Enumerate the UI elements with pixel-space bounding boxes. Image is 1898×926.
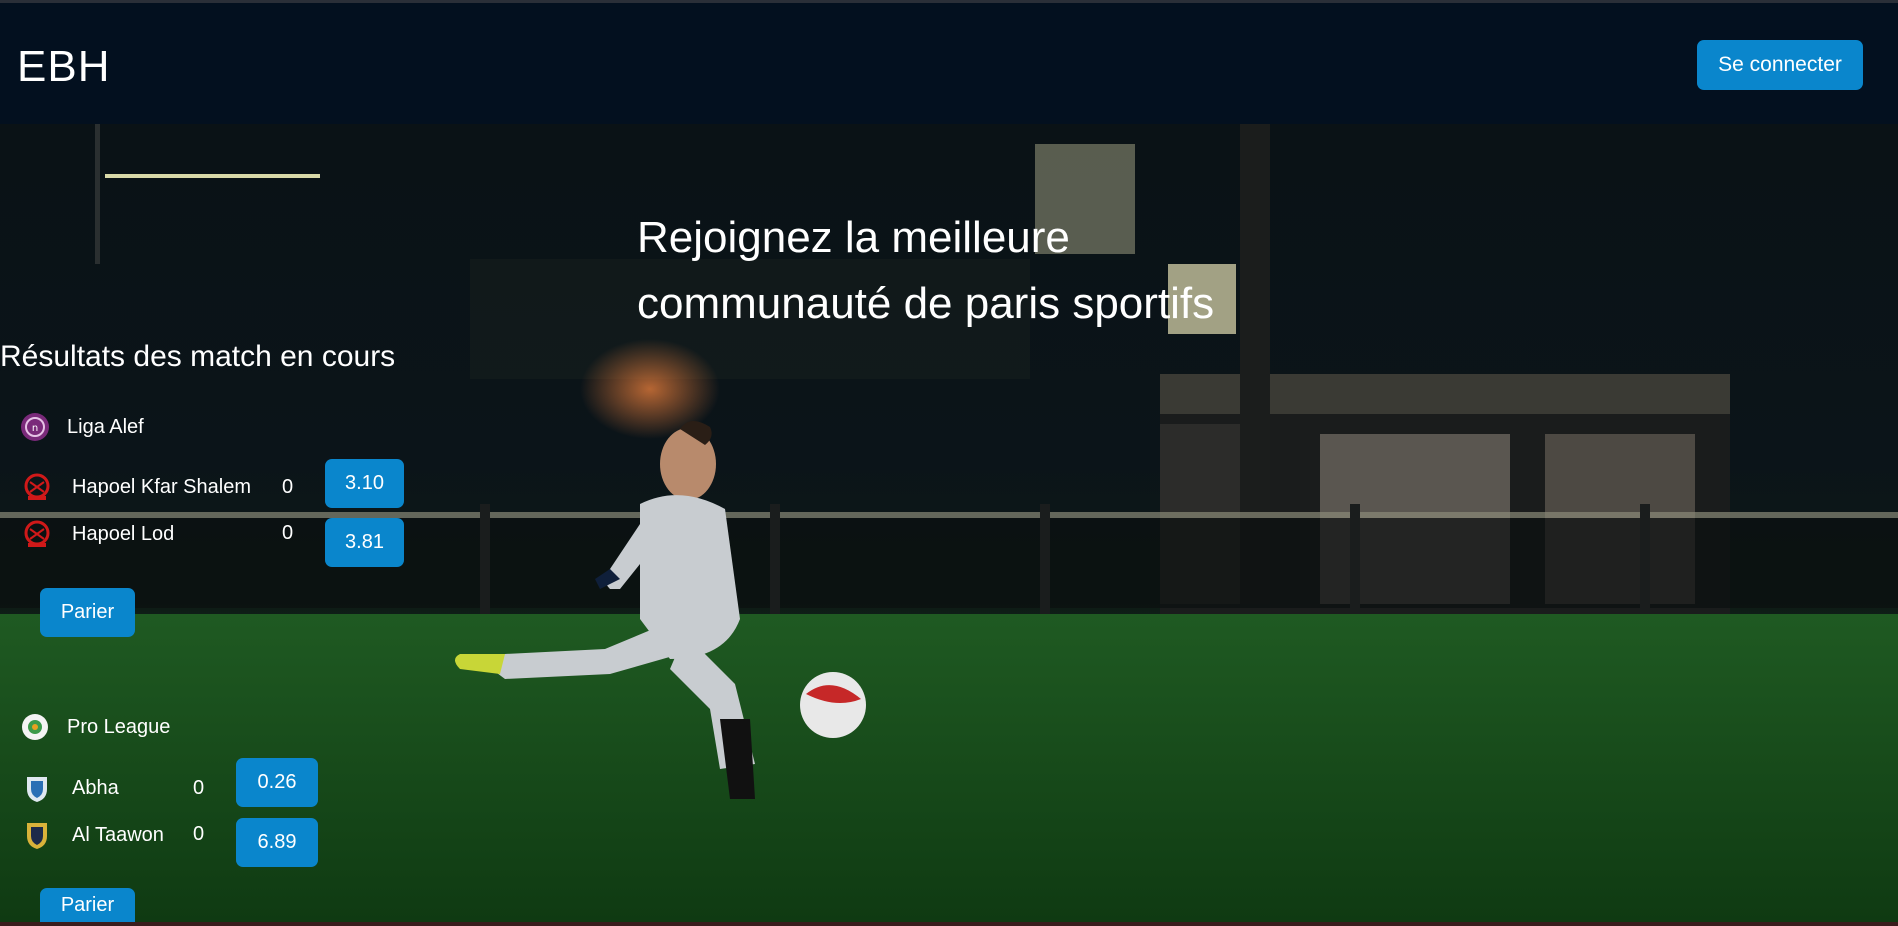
window-bottom-edge [0, 922, 1898, 926]
bet-button[interactable]: Parier [40, 888, 135, 922]
bet-button[interactable]: Parier [40, 588, 135, 637]
team-name: Abha [72, 776, 119, 799]
liga-alef-logo-icon: n [20, 412, 50, 442]
hapoel-crest-icon [22, 519, 52, 549]
navbar: EBH Se connecter [0, 3, 1898, 124]
team-row-away: Hapoel Lod [22, 519, 174, 549]
team-score: 0 [193, 777, 205, 799]
hero-headline-line-2: communauté de paris sportifs [637, 279, 1215, 328]
odd-button-home[interactable]: 3.10 [325, 459, 404, 508]
brand-logo[interactable]: EBH [17, 41, 110, 93]
svg-text:n: n [32, 423, 38, 434]
team-name: Hapoel Kfar Shalem [72, 475, 251, 498]
odd-button-away[interactable]: 6.89 [236, 818, 318, 867]
hapoel-crest-icon [22, 472, 52, 502]
league-name: Pro League [67, 715, 171, 738]
league-header: Pro League [20, 712, 170, 742]
league-header: n Liga Alef [20, 412, 144, 442]
team-name: Al Taawon [72, 823, 164, 846]
team-row-home: Hapoel Kfar Shalem [22, 472, 251, 502]
team-row-away: Al Taawon [22, 820, 164, 850]
team-score: 0 [193, 823, 205, 845]
team-row-home: Abha [22, 773, 119, 803]
team-score: 0 [282, 476, 294, 498]
team-name: Hapoel Lod [72, 522, 175, 545]
team-score: 0 [282, 522, 294, 544]
login-button[interactable]: Se connecter [1697, 40, 1863, 90]
hero-headline-line-1: Rejoignez la meilleure [637, 213, 1070, 262]
abha-crest-icon [22, 773, 52, 803]
al-taawon-crest-icon [22, 820, 52, 850]
hero-headline: Rejoignez la meilleure communauté de par… [637, 205, 1357, 337]
league-name: Liga Alef [67, 415, 144, 438]
pro-league-logo-icon [20, 712, 50, 742]
odd-button-home[interactable]: 0.26 [236, 758, 318, 807]
odd-button-away[interactable]: 3.81 [325, 518, 404, 567]
live-results-title: Résultats des match en cours [0, 340, 396, 373]
